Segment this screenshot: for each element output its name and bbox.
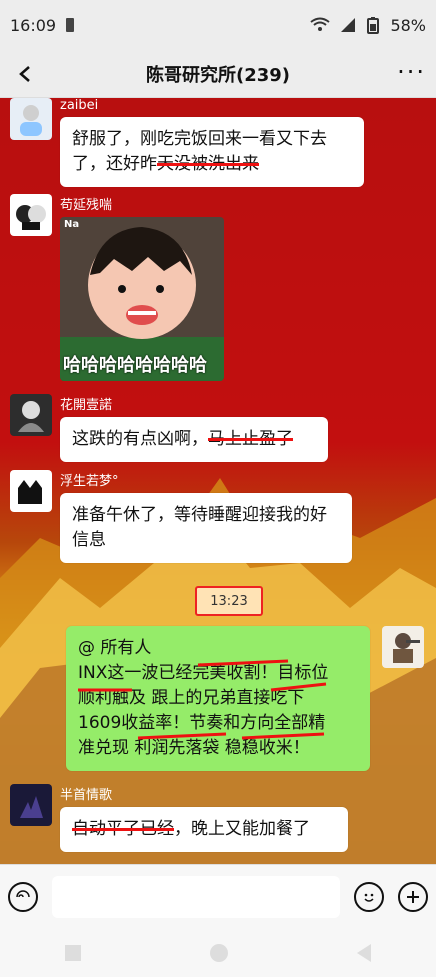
avatar [10, 194, 52, 236]
message-strikeout: 自动平了已经 [72, 819, 174, 839]
message-strikeout: 天没被洗出来 [157, 154, 259, 174]
recent-apps-button[interactable] [64, 944, 81, 961]
signal-icon [340, 17, 356, 33]
avatar [10, 470, 52, 512]
message-bubble[interactable]: 准备午休了，等待睡醒迎接我的好信息 [60, 493, 352, 563]
wifi-icon [310, 17, 331, 33]
message-input[interactable] [52, 875, 340, 918]
battery-icon-small [66, 18, 75, 32]
sender-name: zaibei [60, 98, 99, 113]
emoji-button[interactable] [354, 881, 384, 912]
message-3: 花開壹諾 这跌的有点凶啊，马上止盈了 [10, 394, 328, 462]
message-1: zaibei 舒服了，刚吃完饭回来一看又下去了，还好昨天没被洗出来 [10, 98, 364, 187]
system-navbar [0, 928, 436, 977]
message-2: 苟延残喘 Na 哈哈哈哈哈哈哈哈 [10, 194, 224, 381]
green-line-1: @ 所有人 [78, 638, 152, 658]
outgoing-message-bubble[interactable]: @ 所有人 INX这一波已经完美收割！目标位 顺利触及 跟上的兄弟直接吃下 16… [66, 626, 370, 771]
voice-button[interactable] [8, 881, 38, 912]
status-right: 58% [310, 16, 426, 35]
sticker-tag: Na [64, 219, 80, 230]
sender-name: 浮生若梦° [60, 474, 119, 489]
back-button[interactable] [12, 60, 40, 88]
chat-title: 陈哥研究所(239) [145, 64, 291, 86]
green-line-5: 准兑现 利润先落袋 稳稳收米！ [78, 738, 310, 758]
avatar [10, 784, 52, 826]
message-bubble[interactable]: 这跌的有点凶啊，马上止盈了 [60, 417, 328, 462]
message-strikeout: 马上止盈了 [208, 429, 293, 449]
message-bubble[interactable]: 舒服了，刚吃完饭回来一看又下去了，还好昨天没被洗出来 [60, 117, 364, 187]
green-line-3: 顺利触及 跟上的兄弟直接吃下 [78, 688, 305, 708]
sender-name: 花開壹諾 [60, 398, 113, 413]
avatar [10, 394, 52, 436]
message-5: @ 所有人 INX这一波已经完美收割！目标位 顺利触及 跟上的兄弟直接吃下 16… [66, 626, 370, 771]
back-system-button[interactable] [357, 943, 372, 962]
message-bubble[interactable]: 自动平了已经，晚上又能加餐了 [60, 807, 348, 852]
clock: 16:09 [10, 15, 57, 35]
chevron-left-icon [19, 66, 30, 82]
voice-icon [16, 889, 30, 897]
status-bar: 16:09 58% [0, 0, 436, 50]
sticker-image[interactable]: Na 哈哈哈哈哈哈哈哈 [60, 217, 224, 381]
emoji-icon [364, 893, 374, 902]
sender-name: 苟延残喘 [60, 198, 113, 213]
status-left: 16:09 [10, 15, 75, 35]
composer-bar [0, 864, 436, 928]
green-line-2: INX这一波已经完美收割！目标位 [78, 663, 329, 683]
battery-icon [366, 16, 380, 34]
battery-percent: 58% [390, 15, 426, 35]
sender-name: 半首情歌 [60, 788, 113, 803]
message-text: ，晚上又能加餐了 [174, 819, 310, 839]
chat-area: zaibei 舒服了，刚吃完饭回来一看又下去了，还好昨天没被洗出来 苟延残喘 N… [0, 98, 436, 864]
message-4: 浮生若梦° 准备午休了，等待睡醒迎接我的好信息 [10, 470, 352, 563]
chat-header: 陈哥研究所(239) ··· [0, 50, 436, 98]
more-button[interactable]: ··· [397, 58, 426, 86]
home-button[interactable] [209, 943, 228, 962]
time-chip: 13:23 [195, 586, 263, 616]
sticker-caption: 哈哈哈哈哈哈哈哈 [63, 355, 207, 376]
plus-icon [407, 890, 419, 903]
message-text: 这跌的有点凶啊， [72, 429, 208, 449]
message-6: 半首情歌 自动平了已经，晚上又能加餐了 [10, 784, 348, 852]
self-avatar [382, 626, 424, 668]
avatar [10, 98, 52, 140]
green-line-4: 1609收益率！节奏和方向全部精 [78, 713, 326, 733]
plus-button[interactable] [398, 881, 428, 912]
